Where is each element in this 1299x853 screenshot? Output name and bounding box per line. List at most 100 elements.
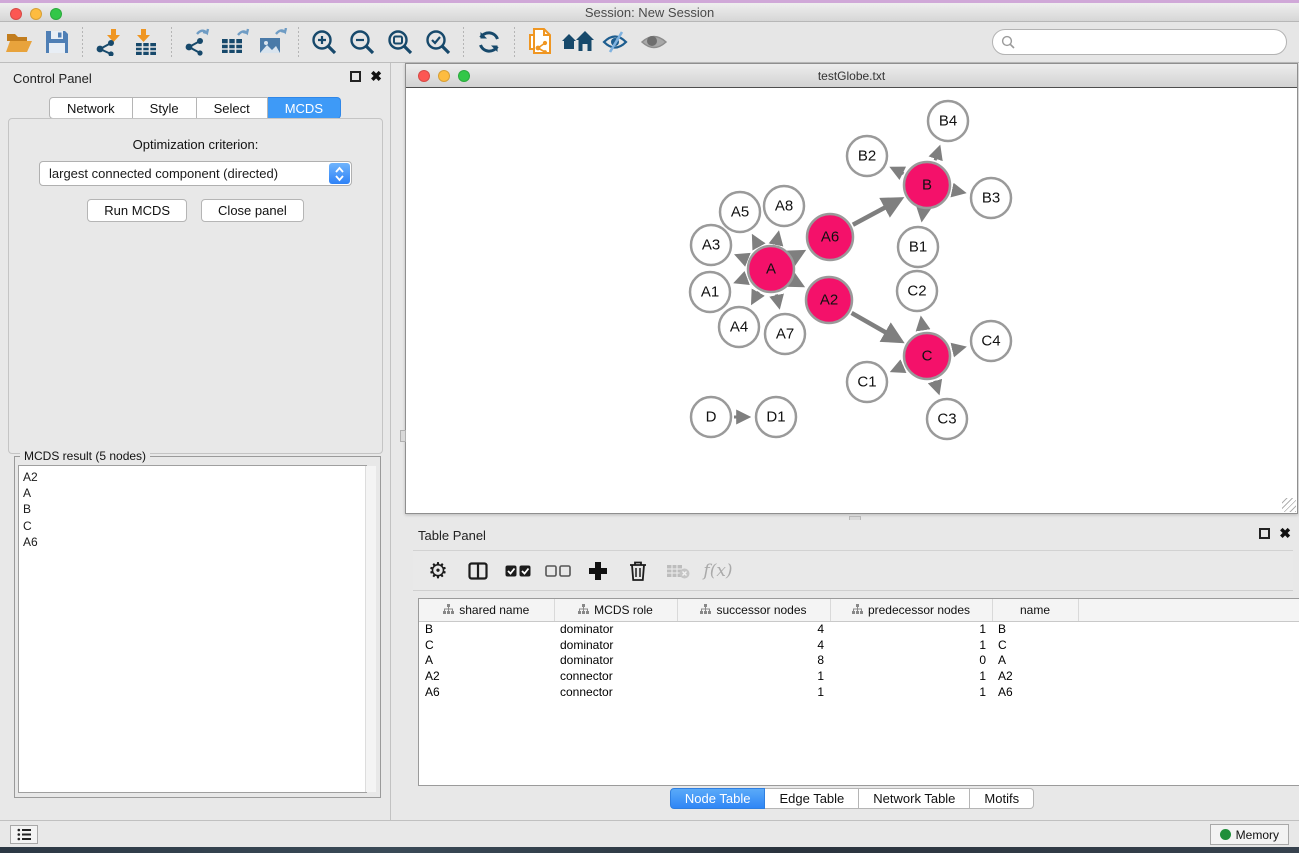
tab-network-table[interactable]: Network Table	[859, 788, 970, 809]
zoom-window-button[interactable]	[50, 8, 62, 20]
add-column-button[interactable]	[585, 558, 611, 584]
graph-node-label-C2: C2	[907, 283, 926, 300]
import-network-button[interactable]	[89, 25, 127, 59]
column-header-shared-name[interactable]: shared name	[419, 599, 554, 621]
zoom-out-button[interactable]	[343, 25, 381, 59]
node-table[interactable]: shared name MCDS role successor nodes pr…	[418, 598, 1299, 786]
tab-motifs[interactable]: Motifs	[970, 788, 1034, 809]
close-window-button[interactable]	[10, 8, 22, 20]
graph-edge-A-A6[interactable]	[794, 252, 802, 256]
deselect-all-icon	[545, 565, 571, 577]
criterion-dropdown[interactable]: largest connected component (directed)	[39, 161, 352, 186]
apply-layout-button[interactable]	[470, 25, 508, 59]
zoom-selected-button[interactable]	[419, 25, 457, 59]
tab-style[interactable]: Style	[133, 97, 197, 119]
result-scrollbar[interactable]	[365, 466, 376, 792]
zoom-network-button[interactable]	[458, 70, 470, 82]
mcds-result-list[interactable]: A2 A B C A6	[18, 465, 367, 793]
network-view-window: testGlobe.txt B4B2BB3A5A8A6A3B1AA1C2A2A4…	[405, 63, 1298, 514]
graph-edge-A2-C[interactable]	[852, 313, 900, 340]
task-history-button[interactable]	[10, 825, 38, 844]
tab-edge-table[interactable]: Edge Table	[765, 788, 859, 809]
graph-edge-B-B2[interactable]	[893, 169, 903, 174]
import-table-button[interactable]	[127, 25, 165, 59]
graph-edge-C-C3[interactable]	[935, 381, 938, 392]
close-panel-icon[interactable]: ✖	[370, 71, 382, 82]
column-header-predecessor-nodes[interactable]: predecessor nodes	[830, 599, 992, 621]
graph-edge-A6-B[interactable]	[853, 200, 899, 225]
delete-table-button[interactable]	[665, 558, 691, 584]
tab-mcds[interactable]: MCDS	[268, 97, 341, 119]
app-titlebar: Session: New Session	[0, 3, 1299, 22]
open-file-button[interactable]	[0, 25, 38, 59]
tab-select[interactable]: Select	[197, 97, 268, 119]
zoom-fit-button[interactable]	[381, 25, 419, 59]
graph-edge-C-C1[interactable]	[894, 366, 904, 370]
close-panel-button[interactable]: Close panel	[201, 199, 304, 222]
graph-edge-A-A1[interactable]	[737, 278, 747, 282]
table-row[interactable]: A6connector 11 A6	[419, 684, 1299, 700]
graph-edge-A-A3[interactable]	[738, 256, 747, 260]
column-header-mcds-role[interactable]: MCDS role	[554, 599, 677, 621]
search-field[interactable]	[992, 29, 1287, 55]
graph-edge-B-B3[interactable]	[952, 190, 962, 192]
list-item[interactable]: C	[23, 518, 366, 534]
table-row[interactable]: Adominator 80 A	[419, 652, 1299, 668]
graph-edge-A-A7[interactable]	[776, 294, 778, 305]
table-row[interactable]: A2connector 11 A2	[419, 668, 1299, 684]
export-table-button[interactable]	[216, 25, 254, 59]
tab-network[interactable]: Network	[49, 97, 133, 119]
graph-edge-A-A4[interactable]	[753, 292, 758, 302]
select-all-button[interactable]	[505, 558, 531, 584]
save-session-button[interactable]	[38, 25, 76, 59]
network-canvas[interactable]: B4B2BB3A5A8A6A3B1AA1C2A2A4A7C4CC1C3DD1	[406, 88, 1297, 513]
new-network-button[interactable]	[521, 25, 559, 59]
list-item[interactable]: B	[23, 501, 366, 517]
graph-edge-B-B1[interactable]	[922, 211, 923, 219]
export-network-button[interactable]	[178, 25, 216, 59]
delete-column-button[interactable]	[625, 558, 651, 584]
graph-node-label-A2: A2	[820, 292, 838, 309]
column-header-name[interactable]: name	[992, 599, 1078, 621]
left-splitter-handle[interactable]	[400, 430, 406, 442]
table-row[interactable]: Cdominator 41 C	[419, 637, 1299, 653]
export-table-icon	[220, 28, 250, 56]
refresh-icon	[475, 28, 503, 56]
close-network-button[interactable]	[418, 70, 430, 82]
deselect-all-button[interactable]	[545, 558, 571, 584]
search-input[interactable]	[1019, 32, 1286, 52]
network-window-titlebar[interactable]: testGlobe.txt	[406, 64, 1297, 88]
network-graph[interactable]: B4B2BB3A5A8A6A3B1AA1C2A2A4A7C4CC1C3DD1	[406, 88, 1297, 513]
graph-edge-C-C2[interactable]	[921, 320, 923, 331]
home-button[interactable]	[559, 25, 597, 59]
memory-button[interactable]: Memory	[1210, 824, 1289, 845]
list-item[interactable]: A2	[23, 469, 366, 485]
table-row[interactable]: Bdominator 41 B	[419, 621, 1299, 637]
apply-function-button[interactable]: f(x)	[705, 558, 731, 584]
graph-node-label-B3: B3	[982, 190, 1000, 207]
export-image-button[interactable]	[254, 25, 292, 59]
graph-edge-A-A8[interactable]	[776, 234, 778, 243]
run-mcds-button[interactable]: Run MCDS	[87, 199, 187, 222]
graph-edge-C-C4[interactable]	[952, 348, 962, 350]
graph-edge-A-A2[interactable]	[794, 281, 801, 285]
minimize-window-button[interactable]	[30, 8, 42, 20]
show-column-button[interactable]	[465, 558, 491, 584]
minimize-network-button[interactable]	[438, 70, 450, 82]
resize-grip-icon[interactable]	[1282, 498, 1296, 512]
zoom-in-button[interactable]	[305, 25, 343, 59]
list-item[interactable]: A	[23, 485, 366, 501]
hide-selected-button[interactable]	[597, 25, 635, 59]
list-item[interactable]: A6	[23, 534, 366, 550]
graph-edge-B-B4[interactable]	[935, 149, 939, 161]
tab-node-table[interactable]: Node Table	[670, 788, 766, 809]
toolbar-separator	[171, 27, 172, 57]
table-panel-tabs: Node Table Edge Table Network Table Moti…	[405, 788, 1299, 809]
float-table-panel-icon[interactable]	[1259, 528, 1270, 539]
show-all-button[interactable]	[635, 25, 673, 59]
float-panel-icon[interactable]	[350, 71, 361, 82]
table-options-button[interactable]: ⚙	[425, 558, 451, 584]
graph-edge-A-A5[interactable]	[754, 237, 759, 246]
column-header-successor-nodes[interactable]: successor nodes	[677, 599, 830, 621]
close-table-panel-icon[interactable]: ✖	[1279, 528, 1291, 539]
